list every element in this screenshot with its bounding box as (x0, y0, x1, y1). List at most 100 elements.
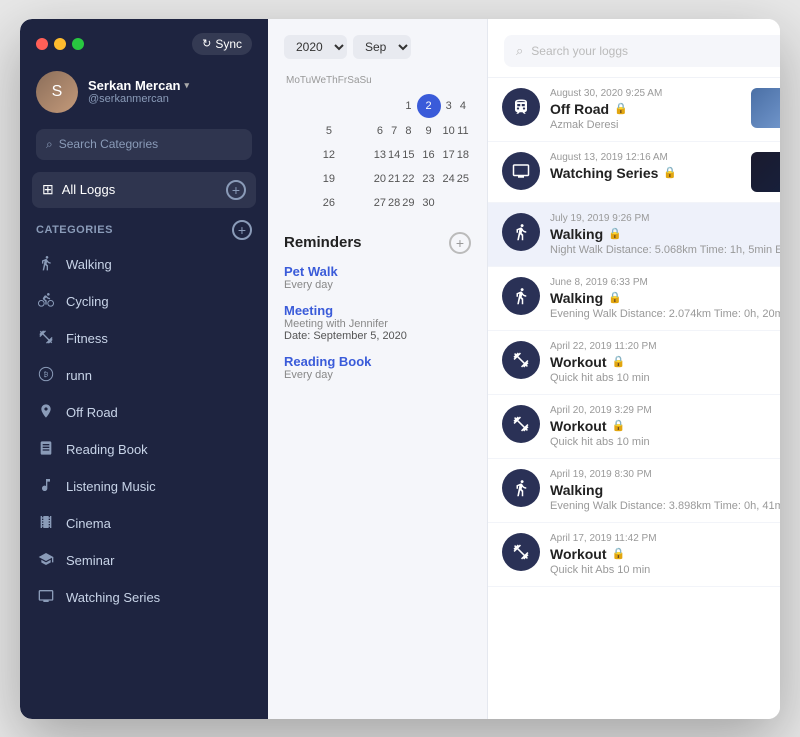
log-date: April 19, 2019 8:30 PM (550, 469, 780, 480)
calendar-day-cell[interactable]: 22 (402, 168, 414, 190)
calendar-day-cell[interactable]: 10 (443, 120, 455, 142)
log-item[interactable]: April 17, 2019 11:42 PM Workout 🔒 Quick … (488, 523, 780, 587)
music-icon (36, 477, 56, 496)
log-item[interactable]: April 20, 2019 3:29 PM Workout 🔒 Quick h… (488, 395, 780, 459)
sidebar-item-walking[interactable]: Walking (28, 246, 260, 283)
walking-icon (36, 255, 56, 274)
all-loggs-row[interactable]: ⊞ All Loggs + (32, 172, 256, 208)
calendar-day-cell[interactable]: 28 (388, 192, 400, 214)
sidebar-item-offroad[interactable]: Off Road (28, 394, 260, 431)
log-title: Workout (550, 418, 607, 434)
search-bar[interactable]: ⌕ (36, 129, 252, 160)
calendar-day-cell[interactable]: 8 (402, 120, 414, 142)
log-item[interactable]: July 19, 2019 9:26 PM Walking 🔒 Night Wa… (488, 203, 780, 267)
log-item[interactable]: June 8, 2019 6:33 PM Walking 🔒 Evening W… (488, 267, 780, 331)
calendar-day-cell[interactable]: 30 (417, 192, 441, 214)
log-date: April 20, 2019 3:29 PM (550, 405, 780, 416)
log-description: Quick hit abs 10 min (550, 372, 780, 384)
reminder-subtitle: Every day (284, 369, 471, 381)
minimize-traffic-light[interactable] (54, 38, 66, 50)
calendar-day-cell[interactable]: 4 (457, 94, 469, 118)
reminders-section: Reminders + Pet WalkEvery day MeetingMeet… (284, 232, 471, 393)
calendar-day-cell (286, 94, 372, 118)
category-label: Off Road (66, 405, 118, 420)
log-content: April 17, 2019 11:42 PM Workout 🔒 Quick … (550, 533, 780, 576)
log-title: Walking (550, 482, 603, 498)
log-title: Workout (550, 546, 607, 562)
right-panel: ⌕ August 30, 2020 9:25 AM Off Road 🔒 Azm… (488, 19, 780, 719)
reading-icon (36, 440, 56, 459)
calendar-day-cell[interactable]: 26 (286, 192, 372, 214)
calendar-day-cell[interactable]: 17 (443, 144, 455, 166)
log-date: June 8, 2019 6:33 PM (550, 277, 780, 288)
search-input[interactable] (59, 137, 242, 151)
calendar-day-cell[interactable]: 5 (286, 120, 372, 142)
calendar-day-cell (374, 94, 386, 118)
close-traffic-light[interactable] (36, 38, 48, 50)
year-select[interactable]: 2020 2019 (284, 35, 347, 59)
add-logg-button[interactable]: + (226, 180, 246, 200)
log-item[interactable]: August 13, 2019 12:16 AM Watching Series… (488, 142, 780, 203)
log-description: Quick hit abs 10 min (550, 436, 780, 448)
sidebar-item-music[interactable]: Listening Music (28, 468, 260, 505)
reminder-item-meeting[interactable]: MeetingMeeting with JenniferDate: Septem… (284, 303, 471, 342)
sidebar-item-reading[interactable]: Reading Book (28, 431, 260, 468)
calendar-day-cell[interactable]: 19 (286, 168, 372, 190)
calendar-day-cell[interactable]: 11 (457, 120, 469, 142)
cinema-icon (36, 514, 56, 533)
sidebar-item-seminar[interactable]: Seminar (28, 542, 260, 579)
lock-icon: 🔒 (612, 355, 626, 368)
calendar-day-cell[interactable]: 20 (374, 168, 386, 190)
user-section: S Serkan Mercan ▾ @serkanmercan (20, 63, 268, 125)
sidebar-item-watching[interactable]: Watching Series (28, 579, 260, 616)
calendar-day-cell[interactable]: 25 (457, 168, 469, 190)
calendar-day-cell[interactable]: 7 (388, 120, 400, 142)
calendar-grid: MoTuWeThFrSaSu 1234567891011121314151617… (284, 71, 471, 216)
avatar[interactable]: S (36, 71, 78, 113)
loggs-search-input[interactable] (531, 44, 780, 58)
reminder-item-pet-walk[interactable]: Pet WalkEvery day (284, 264, 471, 291)
sidebar-item-cycling[interactable]: Cycling (28, 283, 260, 320)
calendar-day-cell[interactable]: 27 (374, 192, 386, 214)
calendar-day-cell[interactable]: 2 (417, 94, 441, 118)
sidebar-item-fitness[interactable]: Fitness (28, 320, 260, 357)
month-select[interactable]: Sep Aug Oct (353, 35, 411, 59)
svg-text:₿: ₿ (44, 370, 49, 378)
calendar-day-cell[interactable]: 9 (417, 120, 441, 142)
sidebar-item-runn[interactable]: ₿ runn (28, 357, 260, 394)
calendar-day-cell[interactable]: 3 (443, 94, 455, 118)
log-item[interactable]: April 22, 2019 11:20 PM Workout 🔒 Quick … (488, 331, 780, 395)
calendar-day-cell[interactable]: 21 (388, 168, 400, 190)
calendar-day-cell[interactable]: 13 (374, 144, 386, 166)
reminder-item-reading-book[interactable]: Reading BookEvery day (284, 354, 471, 381)
calendar-day-cell[interactable]: 23 (417, 168, 441, 190)
calendar-day-name: Th (326, 73, 338, 88)
sidebar-item-cinema[interactable]: Cinema (28, 505, 260, 542)
search-icon: ⌕ (516, 43, 523, 59)
traffic-lights (36, 38, 84, 50)
calendar-day-cell[interactable]: 15 (402, 144, 414, 166)
calendar-day-cell[interactable]: 18 (457, 144, 469, 166)
sync-button[interactable]: ↻ Sync (192, 33, 252, 55)
reminders-header: Reminders + (284, 232, 471, 254)
add-category-button[interactable]: + (232, 220, 252, 240)
reminder-subtitle: Meeting with Jennifer (284, 318, 471, 330)
calendar-day-cell[interactable]: 6 (374, 120, 386, 142)
calendar-day-cell[interactable]: 14 (388, 144, 400, 166)
add-reminder-button[interactable]: + (449, 232, 471, 254)
log-title-row: Walking 🔒 (550, 290, 780, 306)
log-item[interactable]: April 19, 2019 8:30 PM Walking Evening W… (488, 459, 780, 523)
categories-list: Walking Cycling Fitness ₿ runn Off Road … (20, 246, 268, 719)
calendar-day-cell[interactable]: 12 (286, 144, 372, 166)
calendar-day-cell[interactable]: 24 (443, 168, 455, 190)
calendar-day-cell[interactable]: 29 (402, 192, 414, 214)
calendar-day-name: Mo (286, 73, 300, 88)
user-info: Serkan Mercan ▾ @serkanmercan (88, 78, 252, 105)
calendar-day-cell[interactable]: 16 (417, 144, 441, 166)
calendar-day-name: Su (360, 73, 372, 88)
log-item[interactable]: August 30, 2020 9:25 AM Off Road 🔒 Azmak… (488, 78, 780, 142)
fullscreen-traffic-light[interactable] (72, 38, 84, 50)
log-thumbnail (751, 152, 780, 192)
calendar-day-name: Sa (347, 73, 359, 88)
calendar-day-cell[interactable]: 1 (402, 94, 414, 118)
